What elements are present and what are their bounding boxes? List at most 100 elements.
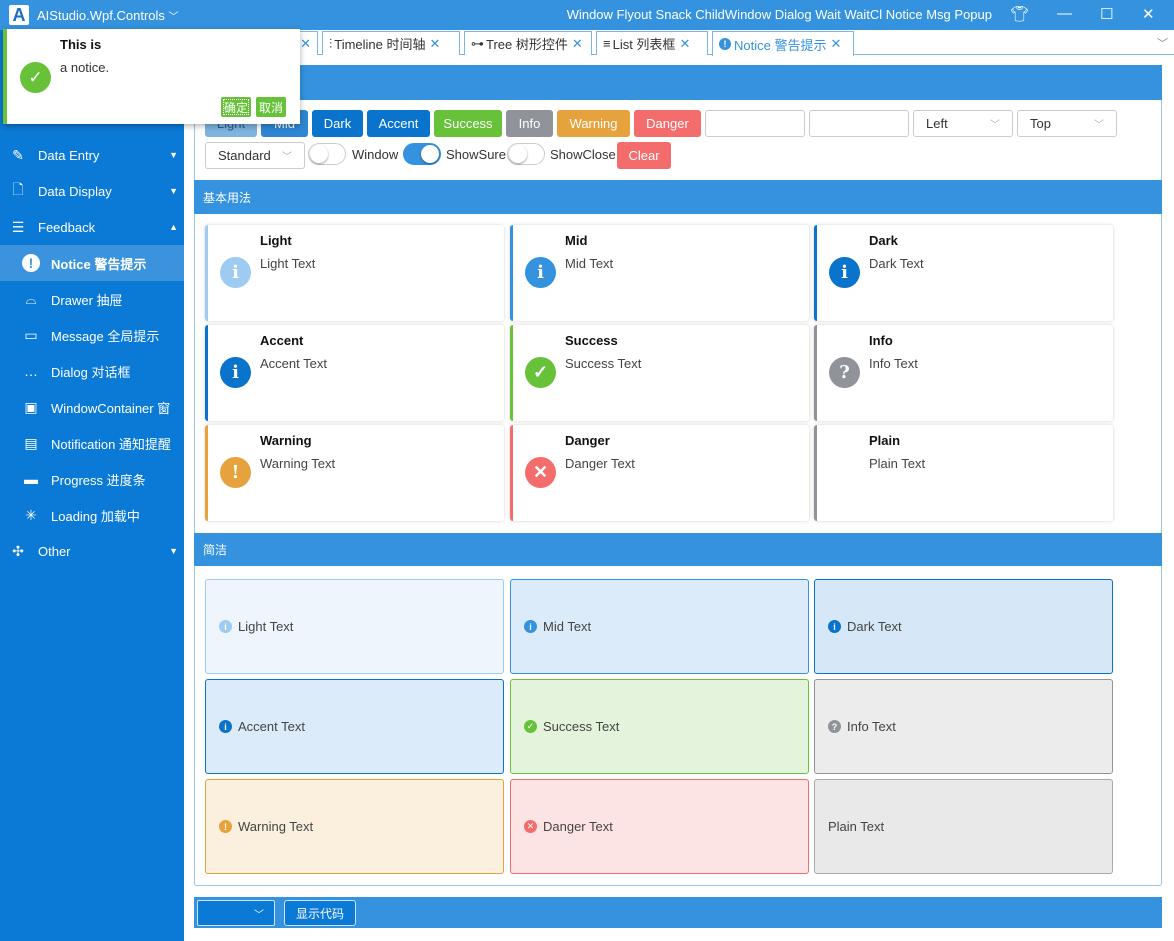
sidebar-item-dialog[interactable]: … Dialog 对话框	[0, 353, 184, 389]
sidebar-item-label: Dialog 对话框	[51, 364, 131, 380]
document-search-icon: 🗋	[12, 181, 24, 197]
simple-card-info: ? Info Text	[814, 679, 1113, 774]
sidebar-item-label: Notification 通知提醒	[51, 436, 171, 452]
card-text: Dark Text	[869, 256, 924, 271]
type-button-danger[interactable]: Danger	[634, 110, 701, 137]
close-icon[interactable]: ✕	[830, 36, 841, 52]
card-text: Light Text	[260, 256, 316, 271]
simple-card-text: Plain Text	[828, 819, 885, 834]
toggle-window[interactable]	[308, 143, 346, 165]
sidebar-group-data-entry[interactable]: ✎ Data Entry ▼	[0, 137, 184, 173]
toggle-showclose[interactable]	[507, 143, 545, 165]
clear-button[interactable]: Clear	[617, 142, 671, 169]
card-title: Light	[260, 233, 292, 248]
app-logo: A	[9, 5, 29, 25]
v-align-select[interactable]: Top ﹀	[1017, 110, 1117, 137]
sidebar-group-other[interactable]: ✣ Other ▼	[0, 533, 184, 569]
chevron-down-icon: ﹀	[254, 910, 264, 921]
sidebar-item-windowcontainer[interactable]: ▣ WindowContainer 窗	[0, 389, 184, 425]
notice-card-danger: ✕ Danger Danger Text	[510, 425, 809, 521]
sidebar-item-label: Progress 进度条	[51, 472, 146, 488]
notice-card-success: ✓ Success Success Text	[510, 325, 809, 421]
close-icon[interactable]: ✕	[679, 36, 690, 52]
timeline-icon: ⫶	[329, 35, 333, 51]
close-icon[interactable]: ✕	[1142, 5, 1155, 23]
sidebar-item-drawer[interactable]: ⌓ Drawer 抽屉	[0, 281, 184, 317]
chevron-down-icon: ﹀	[282, 152, 292, 163]
code-select[interactable]: ﹀	[197, 900, 275, 926]
caret-down-icon: ▼	[169, 546, 178, 556]
caret-down-icon: ▼	[169, 186, 178, 196]
h-align-select[interactable]: Left ﹀	[913, 110, 1013, 137]
success-check-icon: ✓	[524, 720, 537, 733]
close-icon[interactable]: ✕	[300, 36, 311, 52]
card-text: Mid Text	[565, 256, 614, 271]
card-title: Danger	[565, 433, 610, 448]
type-button-warning[interactable]: Warning	[557, 110, 630, 137]
show-code-button[interactable]: 显示代码	[284, 900, 356, 926]
sidebar-group-label: Data Display	[38, 183, 112, 199]
type-button-info[interactable]: Info	[506, 110, 553, 137]
close-icon[interactable]: ✕	[572, 36, 583, 52]
type-button-success[interactable]: Success	[434, 110, 502, 137]
simple-card-text: Info Text	[847, 719, 896, 734]
toggle-showsure[interactable]	[403, 143, 441, 165]
sidebar-item-notification[interactable]: ▤ Notification 通知提醒	[0, 425, 184, 461]
sidebar-group-feedback[interactable]: ☰ Feedback ▲	[0, 209, 184, 245]
content-input[interactable]	[809, 110, 909, 137]
sidebar-item-label: Message 全局提示	[51, 328, 160, 344]
toggle-label-showsure: ShowSure	[446, 147, 506, 162]
tab-tree[interactable]: ⊶ Tree 树形控件 ✕	[464, 31, 592, 55]
notice-icon: !	[719, 38, 731, 50]
simple-card-mid: i Mid Text	[510, 579, 809, 674]
danger-x-icon: ✕	[525, 457, 556, 488]
notice-cancel-button[interactable]: 取消	[256, 97, 286, 117]
title-input[interactable]	[705, 110, 805, 137]
sidebar-group-label: Data Entry	[38, 147, 100, 163]
type-button-dark[interactable]: Dark	[312, 110, 363, 137]
sidebar-item-progress[interactable]: ▬ Progress 进度条	[0, 461, 184, 497]
accent-bar	[510, 225, 513, 321]
tab-bar: ✕ ⫶ Timeline 时间轴 ✕ ⊶ Tree 树形控件 ✕ ≡ List 列表框 ✕! Not…	[184, 30, 1174, 56]
shirt-icon[interactable]: 👕︎	[1010, 5, 1029, 23]
sidebar-item-loading[interactable]: ✳ Loading 加载中	[0, 497, 184, 533]
sidebar-item-notice[interactable]: ! Notice 警告提示	[0, 245, 184, 281]
simple-card-dark: i Dark Text	[814, 579, 1113, 674]
select-value: Top	[1030, 116, 1051, 131]
section-header-basic: 基本用法	[194, 180, 1162, 214]
tab-label: List 列表框	[612, 37, 676, 52]
card-title: Mid	[565, 233, 588, 248]
tab-list[interactable]: ≡ List 列表框 ✕	[596, 31, 708, 55]
notice-card-info: ? Info Info Text	[814, 325, 1113, 421]
sidebar-item-label: Loading 加载中	[51, 508, 140, 524]
warning-icon: !	[219, 820, 232, 833]
maximize-icon[interactable]: ☐	[1100, 5, 1113, 23]
app-title[interactable]: AIStudio.Wpf.Controls ﹀	[37, 8, 179, 23]
sidebar-item-message[interactable]: ▭ Message 全局提示	[0, 317, 184, 353]
accent-bar	[510, 425, 513, 521]
notice-ok-button[interactable]: 确定	[221, 97, 251, 117]
minimize-icon[interactable]: —	[1057, 5, 1072, 22]
tab-timeline[interactable]: ⫶ Timeline 时间轴 ✕	[322, 31, 460, 55]
type-button-accent[interactable]: Accent	[367, 110, 430, 137]
card-title: Warning	[260, 433, 312, 448]
close-icon[interactable]: ✕	[430, 36, 441, 52]
select-value: Standard	[218, 148, 271, 163]
style-select[interactable]: Standard ﹀	[205, 142, 305, 169]
accent-bar	[205, 325, 208, 421]
tab-notice[interactable]: ! Notice 警告提示 ✕	[712, 31, 854, 56]
sidebar-item-label: WindowContainer 窗	[51, 400, 171, 416]
card-title: Success	[565, 333, 618, 348]
toggle-knob	[310, 145, 328, 163]
info-icon: i	[220, 357, 251, 388]
sidebar-group-data-display[interactable]: 🗋 Data Display ▼	[0, 173, 184, 209]
feedback-icon: ☰	[11, 218, 25, 235]
card-title: Dark	[869, 233, 898, 248]
tab-overflow-chevron-icon[interactable]: ﹀	[1157, 35, 1168, 51]
question-icon: ?	[828, 720, 841, 733]
card-text: Warning Text	[260, 456, 336, 471]
app-title-text: AIStudio.Wpf.Controls	[37, 7, 165, 23]
window-menu[interactable]: Window Flyout Snack ChildWindow Dialog W…	[567, 7, 992, 22]
notice-message: a notice.	[60, 60, 110, 75]
simple-card-text: Accent Text	[238, 719, 305, 734]
